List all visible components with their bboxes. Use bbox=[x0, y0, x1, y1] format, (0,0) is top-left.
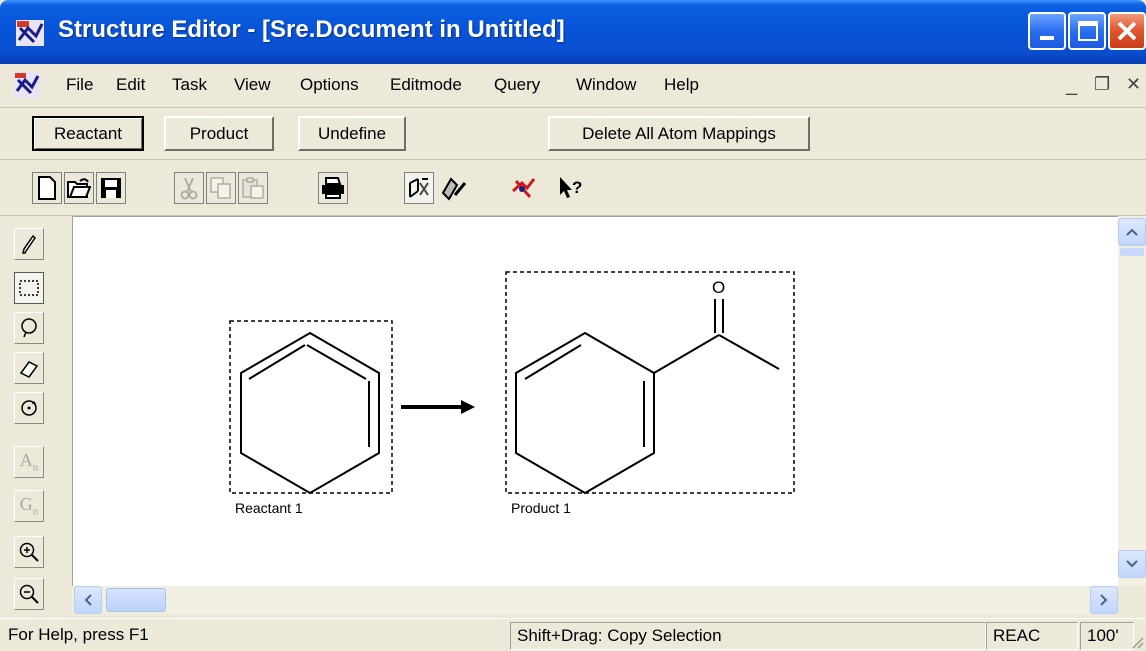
menu-editmode[interactable]: Editmode bbox=[390, 75, 462, 95]
lasso-icon[interactable] bbox=[14, 312, 44, 344]
window-title: Structure Editor - [Sre.Document in Unti… bbox=[58, 16, 565, 43]
status-help: For Help, press F1 bbox=[8, 625, 149, 644]
chevron-right-icon bbox=[1100, 594, 1108, 606]
horizontal-scroll-thumb[interactable] bbox=[106, 588, 166, 612]
status-zoom: 100' bbox=[1080, 622, 1134, 650]
menu-window[interactable]: Window bbox=[576, 75, 636, 95]
chevron-left-icon bbox=[84, 594, 92, 606]
benzene-structure[interactable] bbox=[240, 331, 380, 495]
vertical-scroll-thumb[interactable] bbox=[1120, 248, 1144, 256]
tool-palette: An Gn bbox=[0, 216, 72, 618]
context-help-icon[interactable]: ? bbox=[556, 172, 586, 204]
status-mode: REAC bbox=[986, 622, 1078, 650]
structure-mode-icon[interactable] bbox=[404, 172, 434, 204]
product-selection-box[interactable] bbox=[505, 271, 795, 494]
chevron-up-icon bbox=[1126, 228, 1138, 236]
print-icon[interactable] bbox=[318, 172, 348, 204]
scroll-up-button[interactable] bbox=[1118, 218, 1146, 246]
paste-icon[interactable] bbox=[238, 172, 268, 204]
pencil-icon[interactable] bbox=[14, 228, 44, 260]
scroll-down-button[interactable] bbox=[1118, 550, 1146, 578]
product-label: Product 1 bbox=[511, 500, 571, 516]
title-bar: Structure Editor - [Sre.Document in Unti… bbox=[0, 0, 1146, 64]
zoom-in-icon[interactable] bbox=[14, 536, 44, 568]
toolbar: ? bbox=[0, 160, 1146, 216]
menu-options[interactable]: Options bbox=[300, 75, 359, 95]
minimize-icon bbox=[1040, 36, 1054, 40]
menu-query[interactable]: Query bbox=[494, 75, 540, 95]
product-button[interactable]: Product bbox=[164, 116, 274, 151]
minimize-button[interactable] bbox=[1028, 12, 1066, 50]
close-icon bbox=[1117, 21, 1137, 41]
zoom-out-icon[interactable] bbox=[14, 578, 44, 610]
reaction-arrow[interactable] bbox=[401, 400, 475, 414]
delete-atom-mappings-button[interactable]: Delete All Atom Mappings bbox=[548, 116, 810, 151]
close-button[interactable] bbox=[1108, 12, 1146, 50]
benzene-double-bond bbox=[248, 344, 306, 380]
maximize-icon bbox=[1078, 21, 1098, 41]
atom-label-text: An bbox=[19, 450, 39, 474]
mdi-restore-icon[interactable]: ❐ bbox=[1094, 74, 1110, 95]
group-label-text: Gn bbox=[19, 494, 39, 518]
new-icon[interactable] bbox=[32, 172, 62, 204]
scroll-left-button[interactable] bbox=[74, 586, 102, 614]
reaction-button-bar: Reactant Product Undefine Delete All Ato… bbox=[0, 108, 1146, 160]
vertical-scrollbar[interactable] bbox=[1118, 216, 1146, 586]
cut-icon[interactable] bbox=[174, 172, 204, 204]
select-rect-icon[interactable] bbox=[14, 272, 44, 304]
menu-help[interactable]: Help bbox=[664, 75, 699, 95]
menu-bar: File Edit Task View Options Editmode Que… bbox=[0, 64, 1146, 108]
horizontal-scrollbar[interactable] bbox=[72, 586, 1118, 614]
marvin-icon[interactable] bbox=[508, 172, 538, 204]
menu-task[interactable]: Task bbox=[172, 75, 207, 95]
maximize-button[interactable] bbox=[1068, 12, 1106, 50]
eraser-icon[interactable] bbox=[14, 352, 44, 384]
resize-grip-icon[interactable] bbox=[1130, 635, 1144, 649]
status-hint: Shift+Drag: Copy Selection bbox=[510, 622, 986, 650]
drawing-canvas[interactable]: Reactant 1 O Product 1 bbox=[72, 216, 1118, 586]
svg-text:?: ? bbox=[572, 178, 582, 197]
rotate-icon[interactable] bbox=[14, 392, 44, 424]
status-bar: For Help, press F1 Shift+Drag: Copy Sele… bbox=[0, 618, 1146, 651]
mdi-minimize-icon[interactable]: _ bbox=[1066, 74, 1077, 97]
copy-icon[interactable] bbox=[206, 172, 236, 204]
acetophenone-structure[interactable] bbox=[515, 299, 780, 495]
menu-file[interactable]: File bbox=[66, 75, 93, 95]
mdi-close-icon[interactable]: ✕ bbox=[1126, 74, 1141, 95]
scroll-right-button[interactable] bbox=[1090, 586, 1118, 614]
save-icon[interactable] bbox=[96, 172, 126, 204]
open-icon[interactable] bbox=[64, 172, 94, 204]
atom-label-icon[interactable]: An bbox=[14, 446, 44, 478]
reaction-mode-icon[interactable] bbox=[438, 172, 468, 204]
oxygen-atom-label: O bbox=[712, 278, 725, 297]
undefine-button[interactable]: Undefine bbox=[298, 116, 406, 151]
document-icon[interactable] bbox=[14, 72, 40, 98]
scroll-corner bbox=[1118, 586, 1146, 614]
chevron-down-icon bbox=[1126, 560, 1138, 568]
group-label-icon[interactable]: Gn bbox=[14, 490, 44, 522]
reactant-label: Reactant 1 bbox=[235, 500, 303, 516]
reactant-button[interactable]: Reactant bbox=[32, 116, 144, 151]
menu-view[interactable]: View bbox=[234, 75, 271, 95]
app-icon bbox=[16, 20, 44, 46]
menu-edit[interactable]: Edit bbox=[116, 75, 145, 95]
